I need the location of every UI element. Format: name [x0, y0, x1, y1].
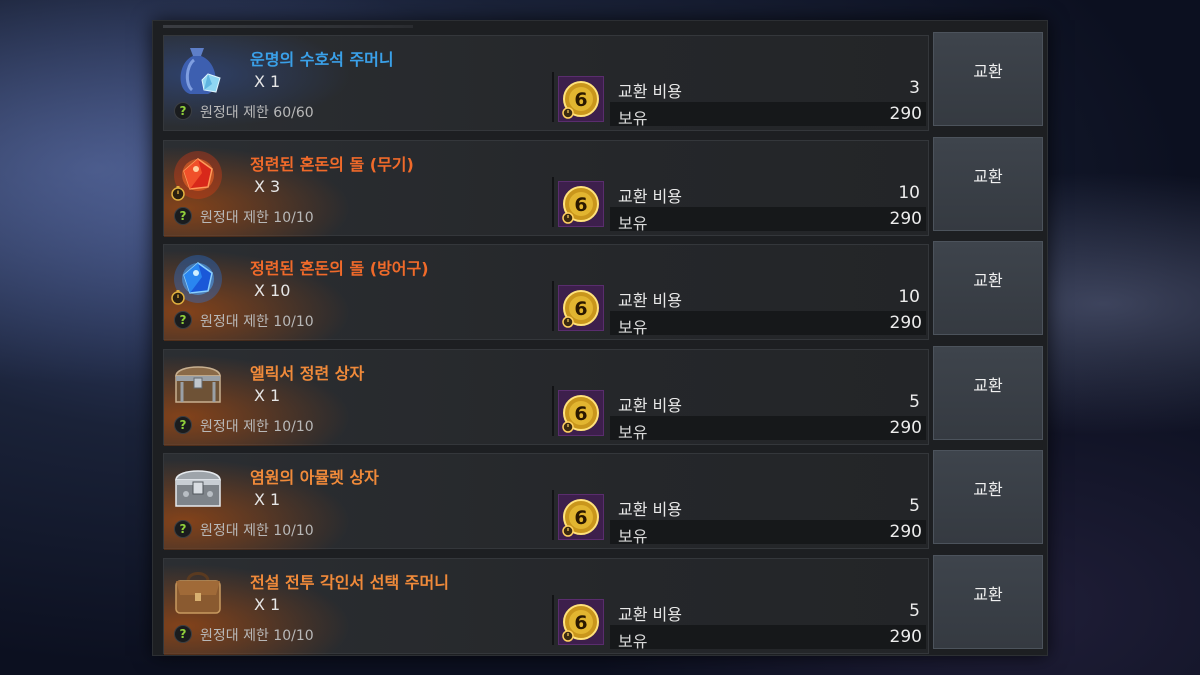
wooden-chest-icon[interactable] — [168, 354, 228, 414]
owned-bar: 보유 290 — [610, 102, 926, 128]
expedition-limit: 원정대 제한 60/60 — [200, 105, 314, 121]
divider — [552, 594, 554, 645]
expedition-limit: 원정대 제한 10/10 — [200, 627, 314, 644]
owned-label: 보유 — [618, 318, 648, 337]
divider — [552, 385, 554, 436]
svg-text:6: 6 — [574, 403, 587, 425]
help-icon[interactable]: ? — [174, 311, 192, 329]
svg-text:6: 6 — [574, 612, 587, 634]
help-icon[interactable]: ? — [174, 520, 192, 538]
exchange-button[interactable]: 교환 — [933, 32, 1043, 126]
item-quantity: X 1 — [254, 385, 281, 405]
cost-value: 5 — [909, 496, 920, 516]
item-quantity: X 1 — [254, 594, 281, 614]
timer-icon — [170, 185, 186, 201]
owned-value: 290 — [889, 522, 922, 542]
item-name: 염원의 아뮬렛 상자 — [250, 468, 379, 487]
exchange-row: 정련된 혼돈의 돌 (무기) X 3 ? 원정대 제한 10/10 6 교환 비… — [163, 136, 1043, 237]
exchange-button[interactable]: 교환 — [933, 450, 1043, 544]
currency-coin-icon: 6 — [558, 76, 604, 122]
owned-bar: 보유 290 — [610, 415, 926, 442]
owned-bar: 보유 290 — [610, 520, 926, 546]
svg-text:6: 6 — [574, 298, 587, 320]
cost-value: 10 — [898, 182, 920, 203]
svg-text:6: 6 — [574, 194, 587, 216]
owned-label: 보유 — [618, 631, 648, 651]
item-name: 운명의 수호석 주머니 — [250, 50, 394, 69]
blue-pouch-icon[interactable] — [168, 40, 228, 100]
owned-bar: 보유 290 — [610, 624, 926, 651]
cost-value: 5 — [909, 600, 920, 621]
item-quantity: X 1 — [254, 72, 281, 91]
cost-value: 3 — [909, 78, 920, 98]
currency-coin-icon: 6 — [558, 180, 604, 227]
divider — [552, 72, 554, 122]
owned-value: 290 — [889, 417, 922, 438]
item-card: 정련된 혼돈의 돌 (방어구) X 10 ? 원정대 제한 10/10 6 교환… — [163, 244, 929, 341]
cost-value: 10 — [898, 287, 920, 307]
help-icon[interactable]: ? — [174, 206, 192, 225]
cost-label: 교환 비용 — [618, 186, 682, 206]
item-card: 염원의 아뮬렛 상자 X 1 ? 원정대 제한 10/10 6 교환 비용 5 … — [163, 453, 929, 550]
help-icon[interactable]: ? — [174, 624, 192, 643]
help-icon[interactable]: ? — [174, 102, 192, 120]
exchange-row: 정련된 혼돈의 돌 (방어구) X 10 ? 원정대 제한 10/10 6 교환… — [163, 241, 1043, 341]
owned-label: 보유 — [618, 109, 648, 128]
svg-text:6: 6 — [574, 507, 587, 529]
expedition-limit: 원정대 제한 10/10 — [200, 209, 314, 226]
currency-coin-icon: 6 — [558, 389, 604, 436]
item-quantity: X 1 — [254, 490, 281, 509]
cost-label: 교환 비용 — [618, 604, 682, 624]
item-quantity: X 10 — [254, 281, 291, 300]
exchange-button[interactable]: 교환 — [933, 554, 1043, 649]
exchange-button[interactable]: 교환 — [933, 136, 1043, 231]
leather-bag-icon[interactable] — [168, 563, 228, 623]
owned-bar: 보유 290 — [610, 206, 926, 233]
owned-value: 290 — [889, 626, 922, 647]
exchange-button[interactable]: 교환 — [933, 345, 1043, 440]
cost-value: 5 — [909, 391, 920, 412]
owned-value: 290 — [889, 104, 922, 124]
panel-scroll-indicator — [163, 25, 413, 28]
item-card: 운명의 수호석 주머니 X 1 ? 원정대 제한 60/60 6 교환 비용 3… — [163, 35, 929, 132]
cost-label: 교환 비용 — [618, 291, 682, 310]
exchange-row: 전설 전투 각인서 선택 주머니 X 1 ? 원정대 제한 10/10 6 교환… — [163, 554, 1043, 655]
expedition-limit: 원정대 제한 10/10 — [200, 523, 314, 539]
owned-label: 보유 — [618, 213, 648, 233]
divider — [552, 176, 554, 227]
item-quantity: X 3 — [254, 176, 281, 196]
currency-coin-icon: 6 — [558, 598, 604, 645]
exchange-row: 염원의 아뮬렛 상자 X 1 ? 원정대 제한 10/10 6 교환 비용 5 … — [163, 450, 1043, 550]
item-name: 엘릭서 정련 상자 — [250, 363, 365, 383]
cost-label: 교환 비용 — [618, 82, 682, 101]
exchange-panel: 운명의 수호석 주머니 X 1 ? 원정대 제한 60/60 6 교환 비용 3… — [152, 20, 1048, 656]
item-name: 정련된 혼돈의 돌 (무기) — [250, 154, 414, 174]
owned-value: 290 — [889, 313, 922, 333]
owned-bar: 보유 290 — [610, 311, 926, 337]
item-card: 정련된 혼돈의 돌 (무기) X 3 ? 원정대 제한 10/10 6 교환 비… — [163, 139, 929, 237]
item-name: 전설 전투 각인서 선택 주머니 — [250, 572, 449, 592]
item-card: 전설 전투 각인서 선택 주머니 X 1 ? 원정대 제한 10/10 6 교환… — [163, 557, 929, 655]
currency-coin-icon: 6 — [558, 494, 604, 540]
exchange-row: 운명의 수호석 주머니 X 1 ? 원정대 제한 60/60 6 교환 비용 3… — [163, 32, 1043, 132]
divider — [552, 281, 554, 331]
currency-coin-icon: 6 — [558, 285, 604, 331]
svg-text:6: 6 — [574, 89, 587, 111]
expedition-limit: 원정대 제한 10/10 — [200, 418, 314, 435]
cost-label: 교환 비용 — [618, 500, 682, 519]
owned-value: 290 — [889, 208, 922, 229]
silver-chest-icon[interactable] — [168, 458, 228, 518]
expedition-limit: 원정대 제한 10/10 — [200, 314, 314, 330]
owned-label: 보유 — [618, 422, 648, 442]
exchange-row: 엘릭서 정련 상자 X 1 ? 원정대 제한 10/10 6 교환 비용 5 보… — [163, 345, 1043, 446]
item-name: 정련된 혼돈의 돌 (방어구) — [250, 259, 429, 278]
divider — [552, 490, 554, 540]
timer-icon — [170, 289, 186, 305]
cost-label: 교환 비용 — [618, 395, 682, 415]
item-card: 엘릭서 정련 상자 X 1 ? 원정대 제한 10/10 6 교환 비용 5 보… — [163, 348, 929, 446]
owned-label: 보유 — [618, 527, 648, 546]
help-icon[interactable]: ? — [174, 415, 192, 434]
exchange-button[interactable]: 교환 — [933, 241, 1043, 335]
